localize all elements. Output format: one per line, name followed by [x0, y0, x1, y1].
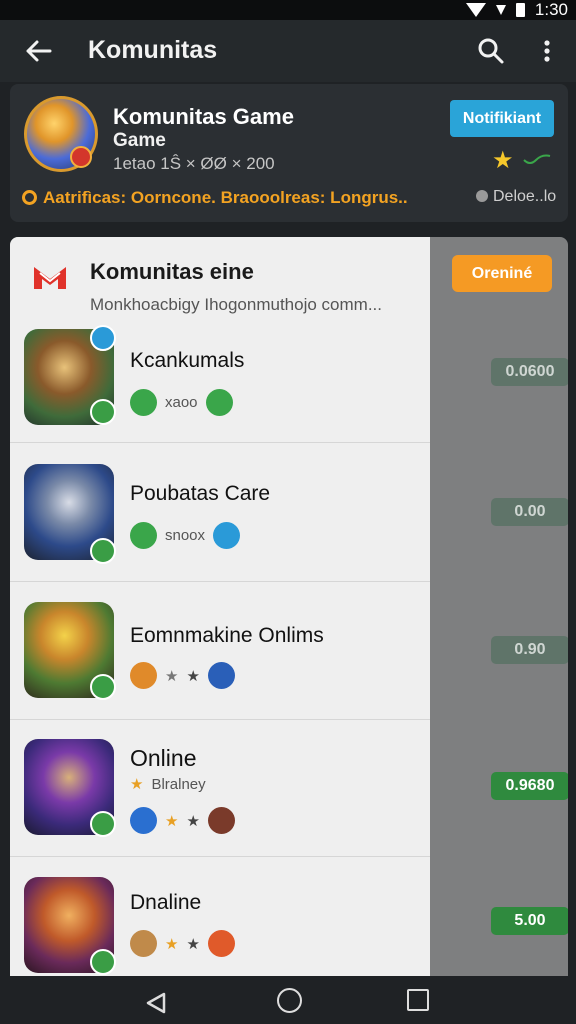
game-icon — [130, 522, 157, 549]
item-icons: snoox — [130, 522, 241, 549]
nav-back-icon[interactable] — [144, 991, 168, 1015]
page-title: Komunitas — [88, 36, 218, 64]
item-subline: ★ Blralney — [130, 775, 206, 794]
clock: 1:30 — [534, 0, 568, 19]
status-bar: 1:30 — [0, 0, 576, 20]
price-badge[interactable]: 0.90 — [491, 636, 568, 664]
avatar-icon — [130, 807, 157, 834]
price-badge[interactable]: 0.00 — [491, 498, 568, 526]
wifi-icon — [495, 5, 506, 15]
star-icon: ★ — [186, 935, 200, 953]
item-name: Online — [130, 745, 197, 771]
game-icon — [130, 389, 157, 416]
item-icons: xaoo — [130, 389, 233, 416]
star-icon: ★ — [186, 667, 200, 685]
featured-tags: Aatrifìcas: Oorncone. Braooolreas: Longr… — [22, 188, 408, 208]
avatar-badge-icon — [70, 146, 92, 168]
online-button[interactable]: Oreniné — [452, 255, 552, 292]
signal-icon — [465, 3, 486, 17]
brand-logo-icon — [34, 267, 66, 289]
featured-community-card[interactable]: Komunitas Game Game 1etao 1Ŝ × ØØ × 200 … — [10, 84, 568, 222]
star-icon: ★ — [186, 812, 200, 830]
sync-icon — [205, 389, 233, 416]
item-tag: Blralney — [151, 775, 206, 793]
verified-badge-icon — [90, 674, 116, 700]
nav-recents-icon[interactable] — [407, 989, 429, 1011]
nav-home-icon[interactable] — [277, 988, 302, 1013]
item-name: Eomnmakine Onlims — [130, 624, 324, 647]
item-name: Poubatas Care — [130, 482, 271, 505]
tag-icon — [22, 190, 37, 205]
price-badge[interactable]: 5.00 — [491, 907, 568, 935]
top-badge-icon — [90, 325, 116, 351]
edit-icon — [213, 522, 241, 549]
star-icon: ★ — [165, 935, 179, 953]
notify-button[interactable]: Notifikiant — [450, 100, 554, 137]
featured-extra-text: Deloe..lo — [493, 188, 557, 205]
featured-extra[interactable]: Deloe..lo — [476, 188, 556, 206]
search-button[interactable] — [472, 33, 510, 69]
featured-meta: 1etao 1Ŝ × ØØ × 200 — [113, 154, 275, 173]
item-tag: snoox — [165, 527, 206, 544]
item-icons: ★ ★ — [130, 807, 235, 834]
game-icon — [207, 807, 235, 834]
info-icon — [476, 190, 488, 202]
list-item[interactable]: Poubatas Care snoox — [10, 444, 430, 582]
star-icon[interactable]: ★ — [492, 146, 514, 175]
star-icon: ★ — [165, 667, 179, 685]
more-options-button[interactable] — [532, 33, 562, 69]
system-nav-bar — [0, 976, 576, 1024]
price-badge[interactable]: 0.9680 — [491, 772, 568, 800]
more-vertical-icon — [544, 40, 550, 62]
item-name: Dnaline — [130, 891, 202, 914]
status-icons: 1:30 — [465, 0, 568, 20]
price-badge[interactable]: 0.0600 — [491, 358, 568, 386]
item-icons: ★ ★ — [130, 662, 235, 689]
star-icon: ★ — [165, 812, 179, 830]
verified-badge-icon — [90, 949, 116, 975]
verified-badge-icon — [90, 811, 116, 837]
game-icon — [207, 662, 235, 689]
item-tag: xaoo — [165, 394, 198, 411]
community-panel: Komunitas eine Monkhoacbigy Ihogonmuthoj… — [10, 237, 430, 976]
featured-tags-text: Aatrifìcas: Oorncone. Braooolreas: Longr… — [43, 188, 408, 207]
arrow-left-icon — [26, 40, 52, 62]
list-item[interactable]: Online ★ Blralney ★ ★ — [10, 719, 430, 857]
featured-subtitle: Game — [113, 130, 166, 151]
panel-title: Komunitas eine — [90, 259, 254, 284]
item-icons: ★ ★ — [130, 930, 235, 957]
back-button[interactable] — [18, 32, 58, 70]
avatar-icon — [130, 930, 157, 957]
trend-icon — [523, 154, 551, 164]
avatar-icon — [130, 662, 157, 689]
verified-badge-icon — [90, 399, 116, 425]
item-name: Kcankumals — [130, 349, 245, 372]
battery-icon — [515, 3, 525, 17]
list-item[interactable]: Dnaline ★ ★ — [10, 857, 430, 995]
list-item[interactable]: Kcankumals xaoo — [10, 305, 430, 443]
star-icon: ★ — [130, 776, 144, 793]
game-icon — [207, 930, 235, 957]
featured-title: Komunitas Game — [113, 104, 294, 129]
list-item[interactable]: Eomnmakine Onlims ★ ★ — [10, 582, 430, 720]
verified-badge-icon — [90, 538, 116, 564]
search-icon — [478, 38, 504, 64]
app-bar: Komunitas — [0, 20, 576, 82]
